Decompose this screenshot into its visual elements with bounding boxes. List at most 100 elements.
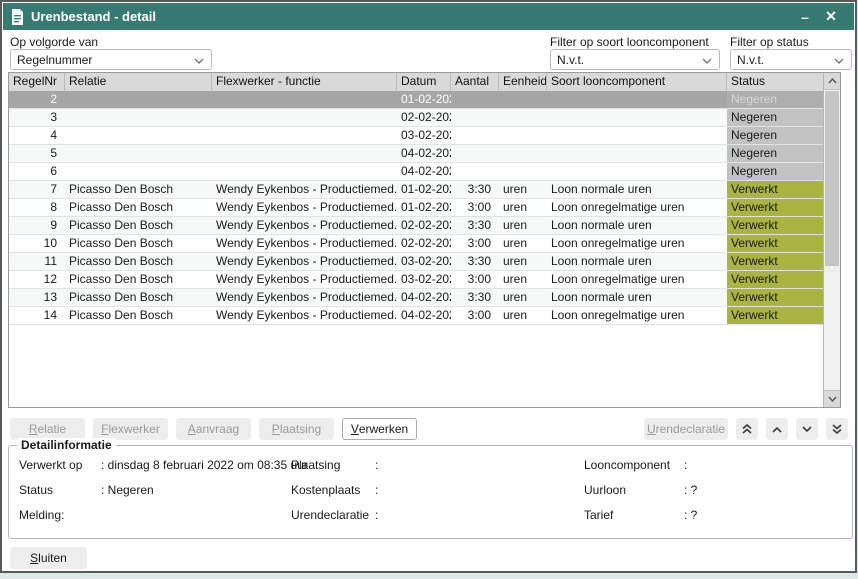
column-header-regelnr[interactable]: RegelNr <box>9 73 65 91</box>
table-row[interactable]: 4 03-02-2022 Negeren <box>9 127 840 145</box>
cell-datum: 03-02-2022 <box>397 127 451 144</box>
aanvraag-button[interactable]: Aanvraag <box>176 418 251 440</box>
cell-datum: 04-02-2022 <box>397 145 451 162</box>
cell-aantal: 3:00 <box>451 235 499 252</box>
verwerken-button[interactable]: Verwerken <box>342 418 417 440</box>
table-row[interactable]: 8Picasso Den BoschWendy Eykenbos - Produ… <box>9 199 840 217</box>
cell-regelnr: 9 <box>9 217 65 234</box>
detail-tarief-label: Tarief <box>584 508 684 522</box>
close-button[interactable]: ✕ <box>818 6 844 28</box>
cell-aantal: 3:30 <box>451 253 499 270</box>
cell-flexwerker: Wendy Eykenbos - Productiemed... <box>212 271 397 288</box>
table-row[interactable]: 14Picasso Den BoschWendy Eykenbos - Prod… <box>9 307 840 325</box>
table-row[interactable]: 10Picasso Den BoschWendy Eykenbos - Prod… <box>9 235 840 253</box>
cell-status: Negeren <box>727 145 823 162</box>
cell-regelnr: 12 <box>9 271 65 288</box>
scrollbar-thumb[interactable] <box>825 91 839 266</box>
detail-plaatsing-value: : <box>375 458 378 472</box>
chevron-down-icon <box>194 58 204 64</box>
cell-flexwerker: Wendy Eykenbos - Productiemed... <box>212 217 397 234</box>
cell-relatie <box>65 163 212 180</box>
detail-looncomponent: Looncomponent: <box>584 458 687 472</box>
filter-looncomponent-dropdown[interactable]: N.v.t. <box>550 49 720 70</box>
scroll-down-button[interactable] <box>824 390 840 407</box>
urendeclaratie-button[interactable]: Urendeclaratie <box>644 418 728 440</box>
cell-datum: 01-02-2022 <box>397 199 451 216</box>
title-bar: Urenbestand - detail – ✕ <box>3 3 854 30</box>
table-header: RegelNr Relatie Flexwerker - functie Dat… <box>9 73 840 91</box>
last-row-button[interactable] <box>826 418 848 440</box>
next-row-button[interactable] <box>796 418 818 440</box>
relatie-button[interactable]: Relatie <box>10 418 85 440</box>
detail-uurloon-value: : ? <box>684 483 697 497</box>
cell-aantal <box>451 163 499 180</box>
table-row[interactable]: 302-02-2022Negeren <box>9 109 840 127</box>
cell-looncomponent <box>547 163 727 180</box>
table-row[interactable]: 604-02-2022Negeren <box>9 163 840 181</box>
column-header-flexwerker[interactable]: Flexwerker - functie <box>212 73 397 91</box>
cell-eenheid: uren <box>499 181 547 198</box>
cell-aantal: 3:30 <box>451 289 499 306</box>
detail-uurloon-label: Uurloon <box>584 483 684 497</box>
cell-regelnr: 8 <box>9 199 65 216</box>
cell-status: Negeren <box>727 163 823 180</box>
cell-flexwerker: Wendy Eykenbos - Productiemed... <box>212 181 397 198</box>
plaatsing-button[interactable]: Plaatsing <box>259 418 334 440</box>
double-chevron-down-icon <box>832 424 842 434</box>
table-row[interactable]: 7Picasso Den BoschWendy Eykenbos - Produ… <box>9 181 840 199</box>
filter-looncomponent-value: N.v.t. <box>557 53 584 67</box>
detail-verwerkt-op: Verwerkt op: dinsdag 8 februari 2022 om … <box>19 458 308 472</box>
cell-datum: 03-02-2022 <box>397 253 451 270</box>
detail-group-label: Detailinformatie <box>17 438 116 452</box>
action-button-row: Relatie Flexwerker Aanvraag Plaatsing Ve… <box>10 418 848 440</box>
column-header-status[interactable]: Status <box>727 73 823 91</box>
cell-eenheid <box>499 91 547 108</box>
detail-melding: Melding: <box>19 508 101 522</box>
scroll-up-button[interactable] <box>824 73 840 90</box>
cell-regelnr: 10 <box>9 235 65 252</box>
cell-relatie: Picasso Den Bosch <box>65 307 212 324</box>
column-header-datum[interactable]: Datum <box>397 73 451 91</box>
column-header-eenheid[interactable]: Eenheid <box>499 73 547 91</box>
cell-status: Verwerkt <box>727 307 823 324</box>
column-header-relatie[interactable]: Relatie <box>65 73 212 91</box>
cell-flexwerker: Wendy Eykenbos - Productiemed... <box>212 289 397 306</box>
cell-datum: 01-02-2022 <box>397 181 451 198</box>
cell-looncomponent: Loon onregelmatige uren <box>547 235 727 252</box>
previous-row-button[interactable] <box>766 418 788 440</box>
sluiten-button[interactable]: Sluiten <box>10 547 87 569</box>
table-row[interactable]: 11Picasso Den BoschWendy Eykenbos - Prod… <box>9 253 840 271</box>
cell-looncomponent <box>547 127 727 144</box>
cell-looncomponent <box>547 91 727 108</box>
table-row[interactable]: 12Picasso Den BoschWendy Eykenbos - Prod… <box>9 271 840 289</box>
table-row[interactable]: 9Picasso Den BoschWendy Eykenbos - Produ… <box>9 217 840 235</box>
minimize-button[interactable]: – <box>792 6 818 28</box>
detail-status-label: Status <box>19 483 101 497</box>
cell-aantal: 3:00 <box>451 307 499 324</box>
sort-dropdown[interactable]: Regelnummer <box>10 49 212 70</box>
first-row-button[interactable] <box>736 418 758 440</box>
cell-regelnr: 11 <box>9 253 65 270</box>
cell-datum: 04-02-2022 <box>397 289 451 306</box>
column-header-looncomponent[interactable]: Soort looncomponent <box>547 73 727 91</box>
flexwerker-button[interactable]: Flexwerker <box>93 418 168 440</box>
cell-looncomponent: Loon onregelmatige uren <box>547 271 727 288</box>
cell-status: Negeren <box>727 127 823 144</box>
chevron-down-icon <box>702 58 712 64</box>
cell-status: Verwerkt <box>727 289 823 306</box>
table-row[interactable]: 201-02-2022Negeren <box>9 91 840 109</box>
table-row[interactable]: 504-02-2022Negeren <box>9 145 840 163</box>
cell-eenheid <box>499 163 547 180</box>
cell-relatie: Picasso Den Bosch <box>65 253 212 270</box>
cell-relatie <box>65 109 212 126</box>
column-header-aantal[interactable]: Aantal <box>451 73 499 91</box>
cell-relatie <box>65 127 212 144</box>
filter-status-dropdown[interactable]: N.v.t. <box>730 49 852 70</box>
detail-looncomponent-label: Looncomponent <box>584 458 684 472</box>
cell-aantal: 3:30 <box>451 217 499 234</box>
vertical-scrollbar[interactable] <box>823 73 840 407</box>
cell-relatie: Picasso Den Bosch <box>65 199 212 216</box>
detail-urendeclaratie-label: Urendeclaratie <box>291 508 375 522</box>
cell-regelnr: 4 <box>9 127 65 144</box>
table-row[interactable]: 13Picasso Den BoschWendy Eykenbos - Prod… <box>9 289 840 307</box>
